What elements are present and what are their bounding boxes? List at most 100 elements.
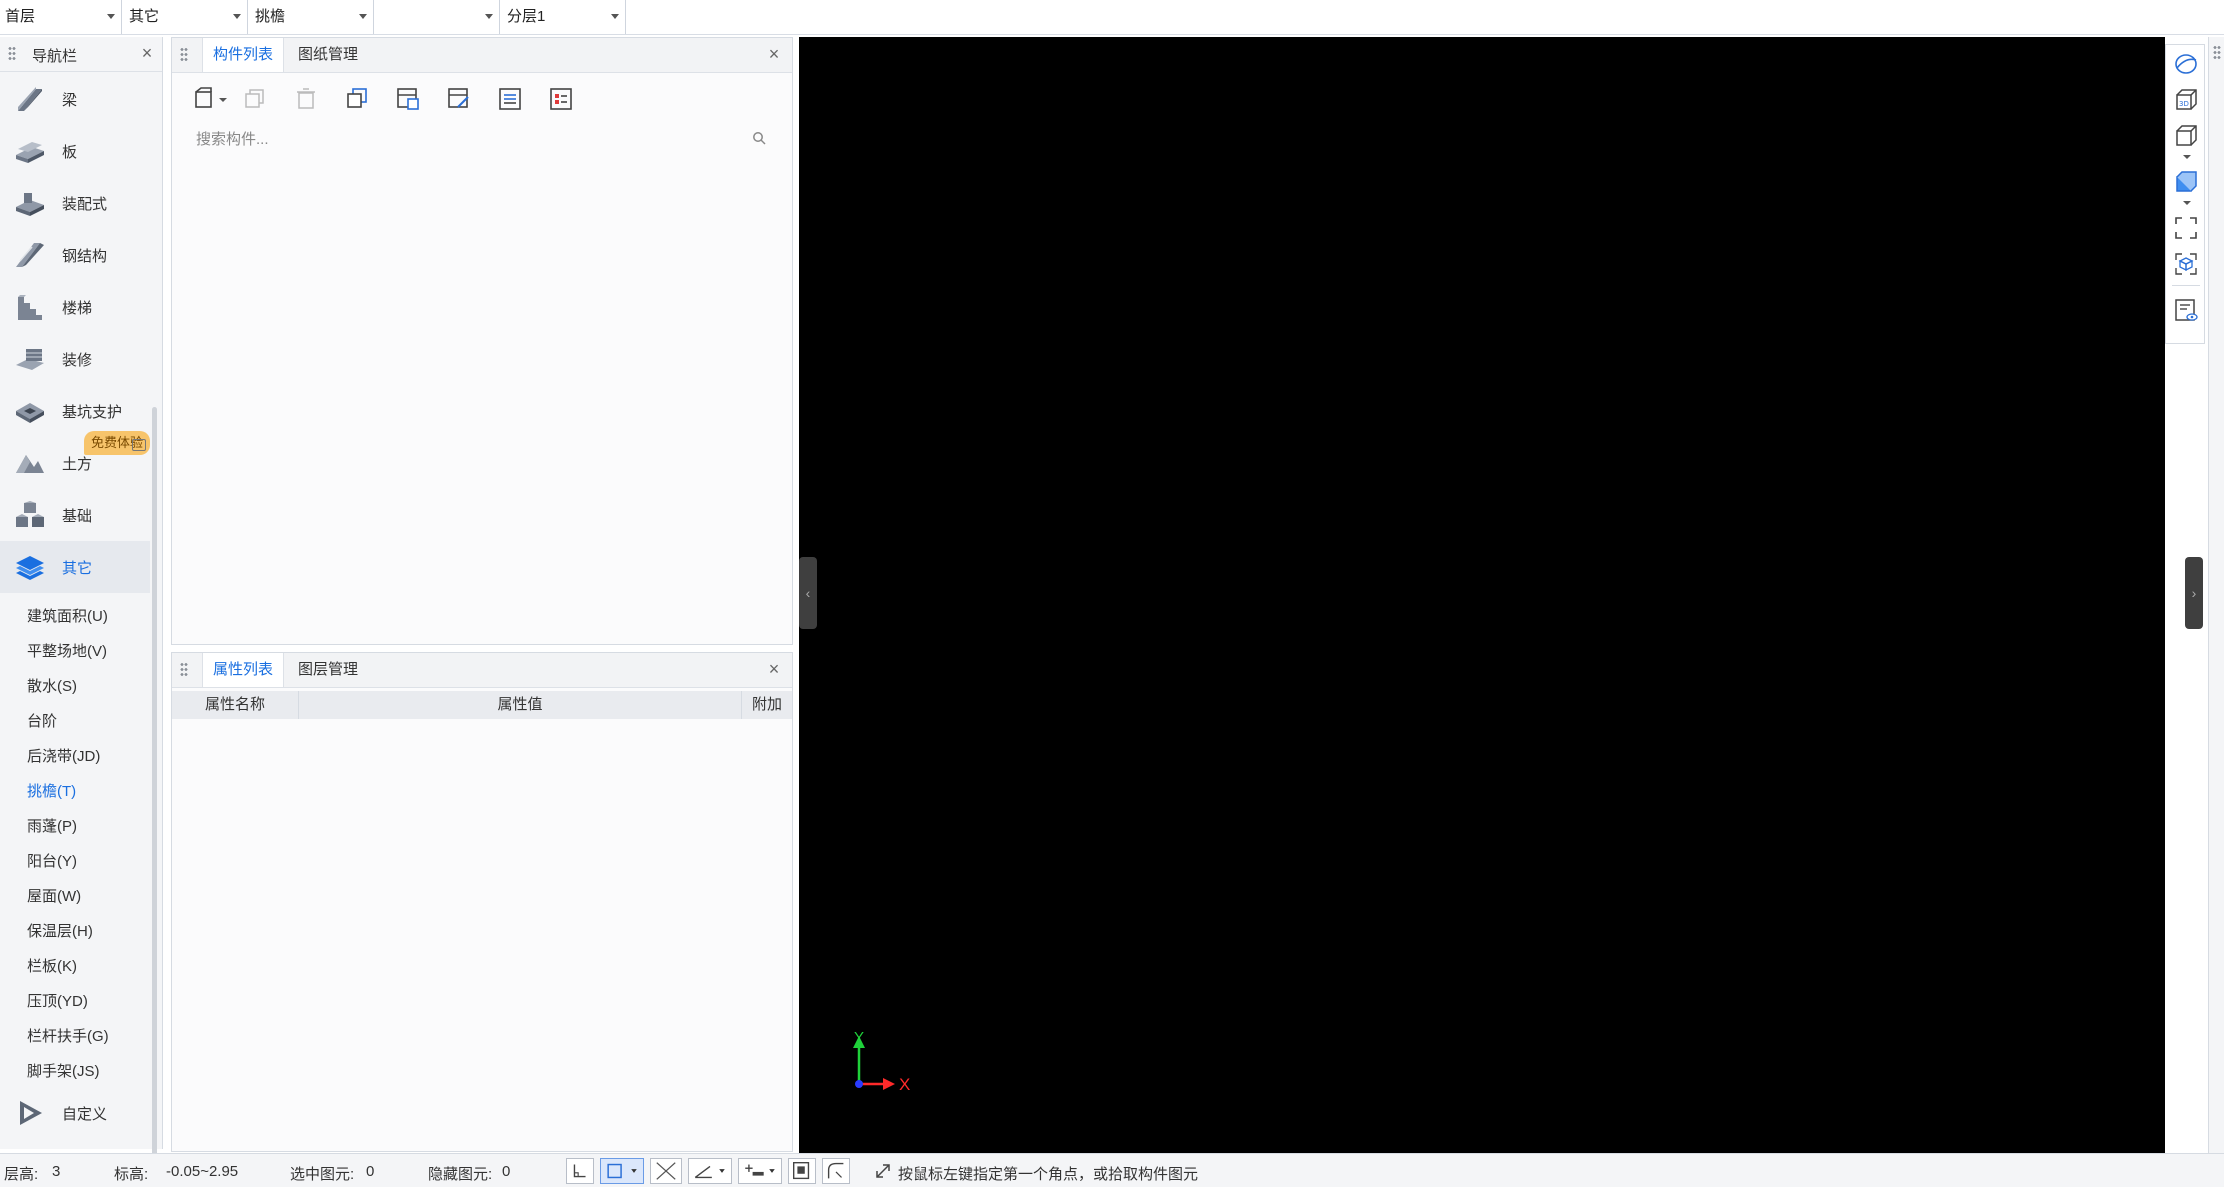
nav-item-label: 自定义 xyxy=(62,1106,108,1123)
tab-component-list[interactable]: 构件列表 xyxy=(202,38,285,72)
list-view-icon[interactable] xyxy=(497,86,523,112)
zoom-to-fit-icon[interactable] xyxy=(2173,251,2199,277)
component-dropdown[interactable] xyxy=(376,0,500,34)
close-icon[interactable]: × xyxy=(766,660,782,678)
beam-icon xyxy=(18,87,42,111)
floor-dropdown[interactable]: 首层 xyxy=(0,0,122,34)
nav-item-label: 基础 xyxy=(62,508,93,525)
search-icon[interactable] xyxy=(752,131,766,145)
collapse-left-handle[interactable]: ‹ xyxy=(799,557,817,629)
drag-handle-icon[interactable] xyxy=(2213,45,2221,61)
tab-drawing-management[interactable]: 图纸管理 xyxy=(288,38,368,72)
sub-item-site-leveling[interactable]: 平整场地(V) xyxy=(27,640,107,661)
chevron-down-icon xyxy=(359,14,367,19)
column-header-additional[interactable]: 附加 xyxy=(742,691,792,719)
display-mode-icon[interactable] xyxy=(2173,169,2199,195)
dynamic-input-icon[interactable] xyxy=(788,1158,816,1184)
delete-icon[interactable] xyxy=(293,86,319,112)
display-settings-icon[interactable] xyxy=(2173,297,2199,323)
component-type-dropdown-value: 挑檐 xyxy=(255,8,286,25)
angle-snap-icon[interactable] xyxy=(688,1158,732,1184)
hidden-elements-value: 0 xyxy=(502,1163,511,1180)
property-list-panel: 属性列表 图层管理 × 属性名称 属性值 附加 xyxy=(171,652,793,1152)
resize-arrow-icon xyxy=(876,1164,890,1178)
chevron-down-icon[interactable] xyxy=(2182,153,2192,161)
sub-item-roof[interactable]: 屋面(W) xyxy=(27,885,81,906)
chevron-down-icon xyxy=(233,14,241,19)
nav-item-other[interactable]: 其它 xyxy=(0,541,150,593)
filter-list-icon[interactable] xyxy=(548,86,574,112)
component-type-dropdown[interactable]: 挑檐 xyxy=(250,0,374,34)
close-icon[interactable]: × xyxy=(766,45,782,63)
sub-item-eaves[interactable]: 挑檐(T) xyxy=(27,780,76,801)
sub-item-apron[interactable]: 散水(S) xyxy=(27,675,77,696)
nav-item-beam[interactable]: 梁 xyxy=(0,73,150,125)
drag-handle-icon[interactable] xyxy=(180,662,188,678)
nav-item-foundation[interactable]: 基础 xyxy=(0,489,150,541)
nav-item-decoration[interactable]: 装修 xyxy=(0,333,150,385)
search-input[interactable] xyxy=(182,122,790,156)
copy-to-floor-icon[interactable] xyxy=(344,86,370,112)
tab-layer-management[interactable]: 图层管理 xyxy=(288,653,368,687)
cross-snap-icon[interactable] xyxy=(650,1158,682,1184)
sub-item-post-cast-strip[interactable]: 后浇带(JD) xyxy=(27,745,100,766)
sub-item-balcony[interactable]: 阳台(Y) xyxy=(27,850,77,871)
hidden-elements-label: 隐藏图元: xyxy=(428,1166,493,1183)
decoration-icon xyxy=(16,349,44,370)
drag-handle-icon[interactable] xyxy=(180,47,188,63)
chevron-down-icon xyxy=(611,14,619,19)
nav-item-custom[interactable]: 自定义 xyxy=(0,1087,150,1139)
svg-text:3D: 3D xyxy=(2179,100,2189,108)
layer-dropdown[interactable]: 分层1 xyxy=(502,0,626,34)
sub-item-railing[interactable]: 栏杆扶手(G) xyxy=(27,1025,109,1046)
sub-item-building-area[interactable]: 建筑面积(U) xyxy=(27,605,108,626)
sub-item-canopy[interactable]: 雨蓬(P) xyxy=(27,815,77,836)
top-selector-bar: 首层 其它 挑檐 分层1 xyxy=(0,0,2224,35)
chevron-down-icon[interactable] xyxy=(218,96,228,104)
chevron-down-icon xyxy=(485,14,493,19)
nav-item-stairs[interactable]: 楼梯 xyxy=(0,281,150,333)
axis-x-label: X xyxy=(899,1075,911,1094)
collapse-right-handle[interactable]: › xyxy=(2185,557,2203,629)
offset-snap-icon[interactable] xyxy=(738,1158,782,1184)
foundation-pit-icon xyxy=(16,403,44,423)
3d-view-icon[interactable]: 3D xyxy=(2173,87,2199,113)
chevron-down-icon[interactable] xyxy=(2182,199,2192,207)
sub-item-steps[interactable]: 台阶 xyxy=(27,710,57,731)
arc-snap-icon[interactable] xyxy=(822,1158,850,1184)
fullscreen-icon[interactable] xyxy=(2173,215,2199,241)
drag-handle-icon[interactable] xyxy=(8,46,16,62)
sub-item-insulation[interactable]: 保温层(H) xyxy=(27,920,93,941)
column-header-property-name[interactable]: 属性名称 xyxy=(172,691,299,719)
nav-item-label: 其它 xyxy=(62,560,93,577)
sub-item-parapet-panel[interactable]: 栏板(K) xyxy=(27,955,77,976)
component-list-panel: 构件列表 图纸管理 × xyxy=(171,37,793,645)
component-panel-header: 构件列表 图纸管理 × xyxy=(172,38,792,73)
sub-item-scaffold[interactable]: 脚手架(JS) xyxy=(27,1060,100,1081)
nav-item-prefab[interactable]: 装配式 xyxy=(0,177,150,229)
copy-icon[interactable] xyxy=(242,86,268,112)
column-header-property-value[interactable]: 属性值 xyxy=(299,691,742,719)
property-panel-header: 属性列表 图层管理 × xyxy=(172,653,792,688)
close-icon[interactable]: × xyxy=(139,44,155,62)
orbit-view-icon[interactable] xyxy=(2173,51,2199,77)
snap-mode-icon[interactable] xyxy=(600,1158,644,1184)
orthogonal-mode-icon[interactable] xyxy=(566,1158,594,1184)
nav-item-foundation-pit[interactable]: 基坑支护 xyxy=(0,385,150,437)
layer-dropdown-value: 分层1 xyxy=(507,8,546,25)
navigation-panel-title: 导航栏 xyxy=(32,48,78,65)
other-layers-icon xyxy=(16,556,44,580)
nav-scrollbar[interactable] xyxy=(152,407,157,1167)
drawing-canvas[interactable]: ‹ › Y X xyxy=(799,37,2165,1153)
category-dropdown[interactable]: 其它 xyxy=(124,0,248,34)
floor-height-value: 3 xyxy=(52,1163,61,1180)
rename-icon[interactable] xyxy=(446,86,472,112)
top-view-icon[interactable] xyxy=(2173,123,2199,149)
sub-item-coping[interactable]: 压顶(YD) xyxy=(27,990,88,1011)
tab-property-list[interactable]: 属性列表 xyxy=(202,653,285,687)
nav-item-steel-structure[interactable]: 钢结构 xyxy=(0,229,150,281)
nav-item-slab[interactable]: 板 xyxy=(0,125,150,177)
selected-elements-value: 0 xyxy=(366,1163,375,1180)
new-component-icon[interactable] xyxy=(192,86,218,112)
floor-copy-icon[interactable] xyxy=(395,86,421,112)
